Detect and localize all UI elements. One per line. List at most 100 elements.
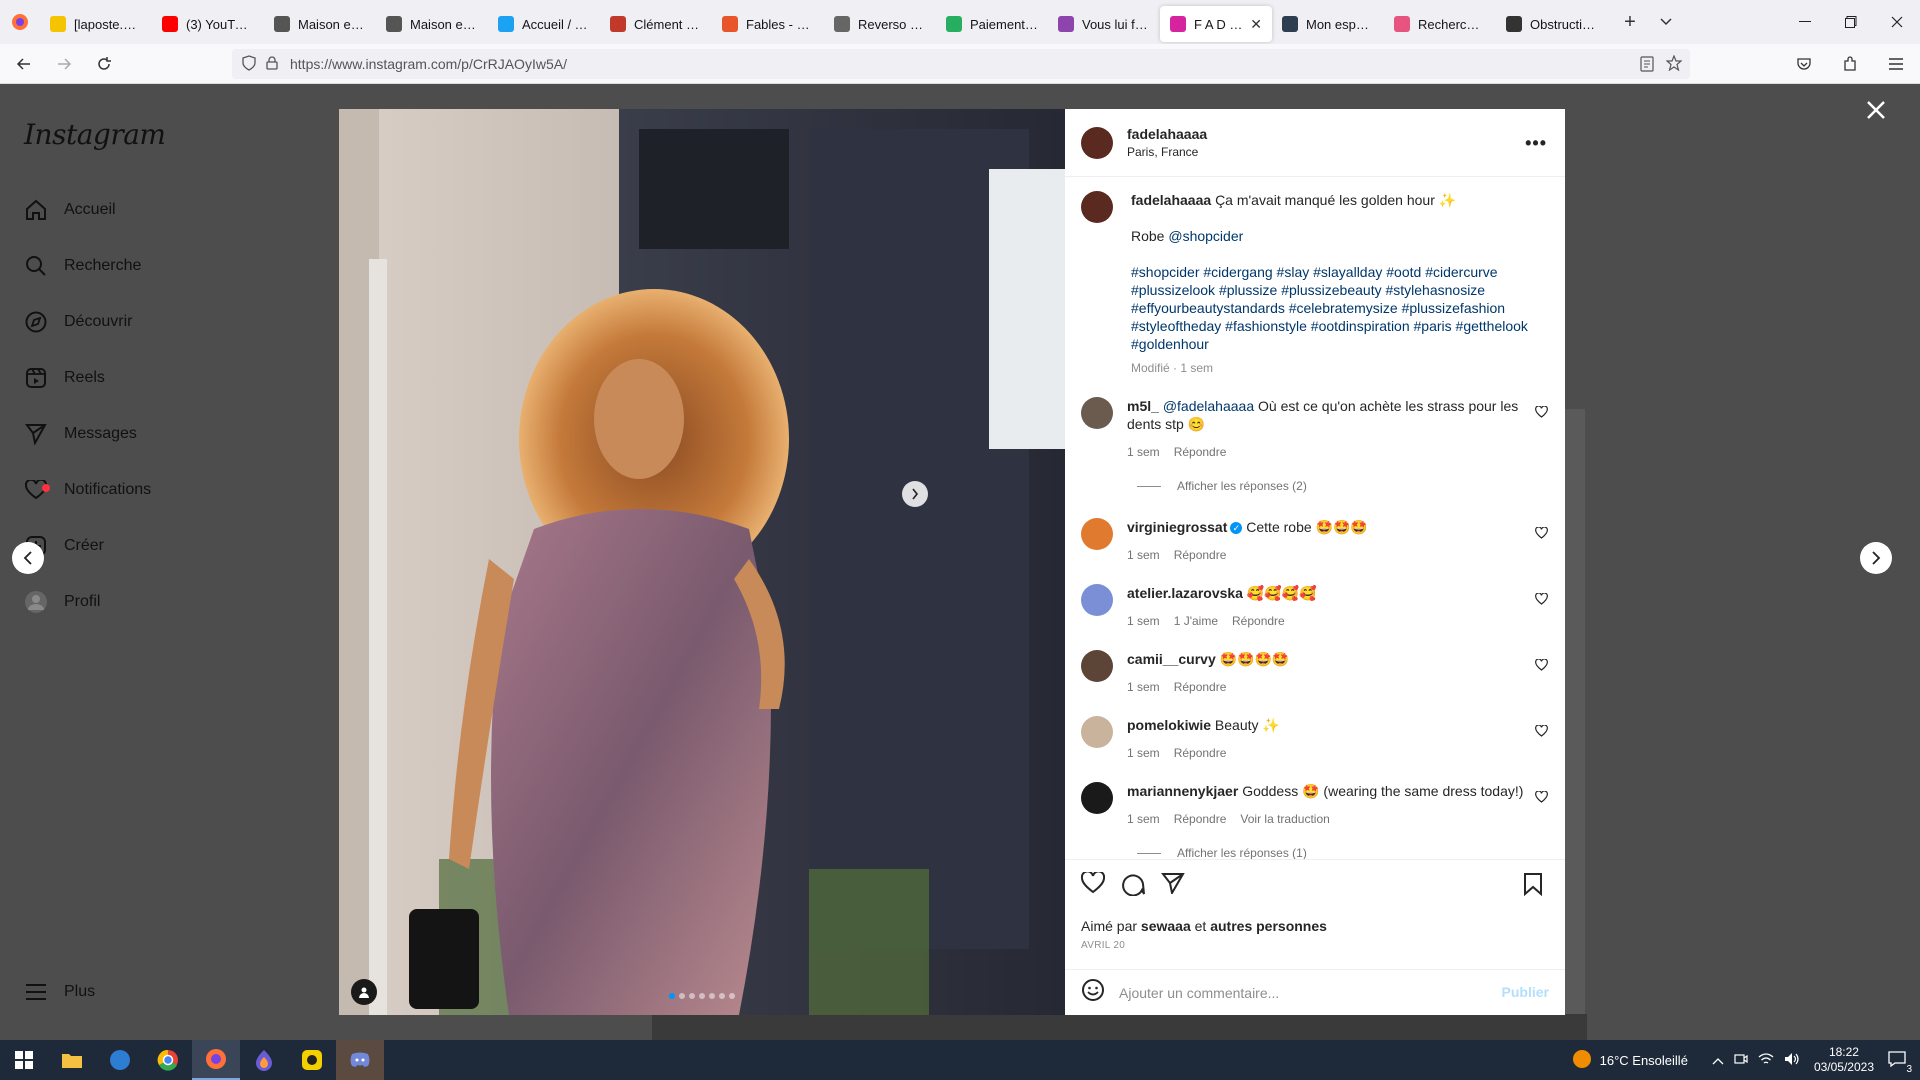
sidebar-item-home[interactable]: Accueil (22, 190, 116, 230)
tab-active[interactable]: F A D E L A ✕ (1160, 6, 1272, 42)
comment-username[interactable]: virginiegrossat (1127, 519, 1227, 535)
post-location[interactable]: Paris, France (1127, 145, 1207, 159)
weather-text[interactable]: 16°C Ensoleillé (1600, 1053, 1688, 1068)
comment-like-heart-icon[interactable] (1535, 405, 1549, 419)
comment-likes[interactable]: 1 J'aime (1174, 612, 1218, 630)
reply-button[interactable]: Répondre (1174, 810, 1227, 828)
liked-by-user[interactable]: sewaaa (1141, 918, 1191, 934)
sidebar-item-search[interactable]: Recherche (22, 246, 141, 286)
browser-tab[interactable]: Paiement | Ub (936, 6, 1048, 42)
pocket-icon[interactable] (1788, 48, 1820, 80)
caption-username[interactable]: fadelahaaaa (1131, 192, 1211, 208)
comment-username[interactable]: atelier.lazarovska (1127, 585, 1243, 601)
like-heart-icon[interactable] (1080, 870, 1107, 898)
save-bookmark-icon[interactable] (1523, 872, 1549, 898)
instagram-logo[interactable]: Instagram (24, 118, 166, 151)
view-replies-link[interactable]: Afficher les réponses (2) (1137, 479, 1307, 493)
comment-username[interactable]: mariannenykjaer (1127, 783, 1238, 799)
weather-icon[interactable] (1572, 1049, 1592, 1072)
post-photo[interactable] (339, 109, 1065, 1015)
comment-like-heart-icon[interactable] (1535, 592, 1549, 606)
comment-like-heart-icon[interactable] (1535, 658, 1549, 672)
reader-view-icon[interactable] (1640, 56, 1654, 75)
avatar[interactable] (1081, 782, 1113, 814)
more-options-icon[interactable]: ••• (1525, 133, 1547, 154)
sidebar-item-profile[interactable]: Profil (22, 582, 100, 622)
browser-tab[interactable]: (3) YouTube (152, 6, 264, 42)
wifi-icon[interactable] (1758, 1052, 1774, 1069)
comment-like-heart-icon[interactable] (1535, 724, 1549, 738)
comment-bubble-icon[interactable] (1121, 872, 1147, 898)
browser-tab[interactable]: Fables - Kont (712, 6, 824, 42)
sidebar-item-heart[interactable]: Notifications (22, 470, 151, 510)
meet-icon[interactable] (1734, 1052, 1748, 1069)
tagged-people-icon[interactable] (351, 979, 377, 1005)
yellow-app-icon[interactable] (288, 1040, 336, 1080)
comment-username[interactable]: camii__curvy (1127, 651, 1216, 667)
sidebar-item-more[interactable]: Plus (22, 972, 95, 1012)
firefox-icon[interactable] (0, 0, 40, 44)
browser-tab[interactable]: Maison et vill (264, 6, 376, 42)
hamburger-menu-icon[interactable] (1880, 48, 1912, 80)
liked-by-others[interactable]: autres personnes (1210, 918, 1327, 934)
back-icon[interactable] (8, 48, 40, 80)
comment-username[interactable]: pomelokiwie (1127, 717, 1211, 733)
browser-tab[interactable]: Reverso | Trad (824, 6, 936, 42)
sidebar-item-compass[interactable]: Découvrir (22, 302, 132, 342)
bookmark-star-icon[interactable] (1665, 54, 1683, 74)
volume-icon[interactable] (1784, 1052, 1800, 1069)
shield-icon[interactable] (242, 54, 256, 74)
close-tab-icon[interactable]: ✕ (1250, 16, 1262, 33)
avatar[interactable] (1081, 397, 1113, 429)
reply-button[interactable]: Répondre (1232, 612, 1285, 630)
url-text[interactable]: https://www.instagram.com/p/CrRJAOyIw5A/ (290, 56, 567, 72)
post-username[interactable]: fadelahaaaa (1127, 126, 1207, 142)
reply-button[interactable]: Répondre (1174, 443, 1227, 461)
file-explorer-icon[interactable] (48, 1040, 96, 1080)
lock-icon[interactable] (266, 55, 278, 73)
avatar[interactable] (1081, 126, 1113, 159)
sidebar-item-messages[interactable]: Messages (22, 414, 137, 454)
publish-button[interactable]: Publier (1502, 984, 1549, 1000)
new-tab-button[interactable]: + (1612, 4, 1648, 40)
reply-button[interactable]: Répondre (1174, 546, 1227, 564)
close-modal-icon[interactable] (1862, 96, 1890, 124)
emoji-icon[interactable] (1081, 978, 1105, 1007)
carousel-next-icon[interactable] (902, 481, 928, 507)
avatar[interactable] (1081, 518, 1113, 550)
clock[interactable]: 18:22 03/05/2023 (1814, 1045, 1874, 1075)
next-post-icon[interactable] (1860, 542, 1892, 574)
browser-tab[interactable]: Recherche « v (1384, 6, 1496, 42)
share-send-icon[interactable] (1160, 872, 1187, 898)
browser-tab[interactable]: Obstruction d (1496, 6, 1608, 42)
comment-input[interactable] (1119, 984, 1479, 1001)
discord-icon[interactable] (336, 1040, 384, 1080)
reply-button[interactable]: Répondre (1174, 744, 1227, 762)
address-bar[interactable]: https://www.instagram.com/p/CrRJAOyIw5A/ (232, 49, 1690, 79)
browser-tab[interactable]: Clément - Mi (600, 6, 712, 42)
firefox-dev-icon[interactable] (240, 1040, 288, 1080)
windows-start-icon[interactable] (0, 1040, 48, 1080)
caption-mention[interactable]: @shopcider (1168, 228, 1243, 244)
browser-tab[interactable]: [laposte.net - (40, 6, 152, 42)
tab-list-chevron-icon[interactable] (1648, 4, 1684, 40)
browser-tab[interactable]: Maison et vill (376, 6, 488, 42)
view-replies-link[interactable]: Afficher les réponses (1) (1137, 846, 1307, 859)
avatar[interactable] (1081, 716, 1113, 748)
avatar[interactable] (1081, 650, 1113, 682)
browser-tab[interactable]: Mon espace p (1272, 6, 1384, 42)
caption-hashtags[interactable]: #shopcider #cidergang #slay #slayallday … (1131, 263, 1541, 353)
see-translation-link[interactable]: Voir la traduction (1240, 810, 1329, 828)
comment-like-heart-icon[interactable] (1535, 526, 1549, 540)
notification-center-icon[interactable]: 3 (1888, 1050, 1912, 1075)
firefox-taskbar-icon[interactable] (192, 1040, 240, 1080)
browser-app-icon[interactable] (96, 1040, 144, 1080)
reply-button[interactable]: Répondre (1174, 678, 1227, 696)
close-window-icon[interactable] (1874, 0, 1920, 44)
browser-tab[interactable]: Accueil / Twit (488, 6, 600, 42)
previous-post-icon[interactable] (12, 542, 44, 574)
avatar[interactable] (1081, 191, 1113, 223)
forward-icon[interactable] (48, 48, 80, 80)
post-date[interactable]: AVRIL 20 (1081, 940, 1125, 951)
avatar[interactable] (1081, 584, 1113, 616)
